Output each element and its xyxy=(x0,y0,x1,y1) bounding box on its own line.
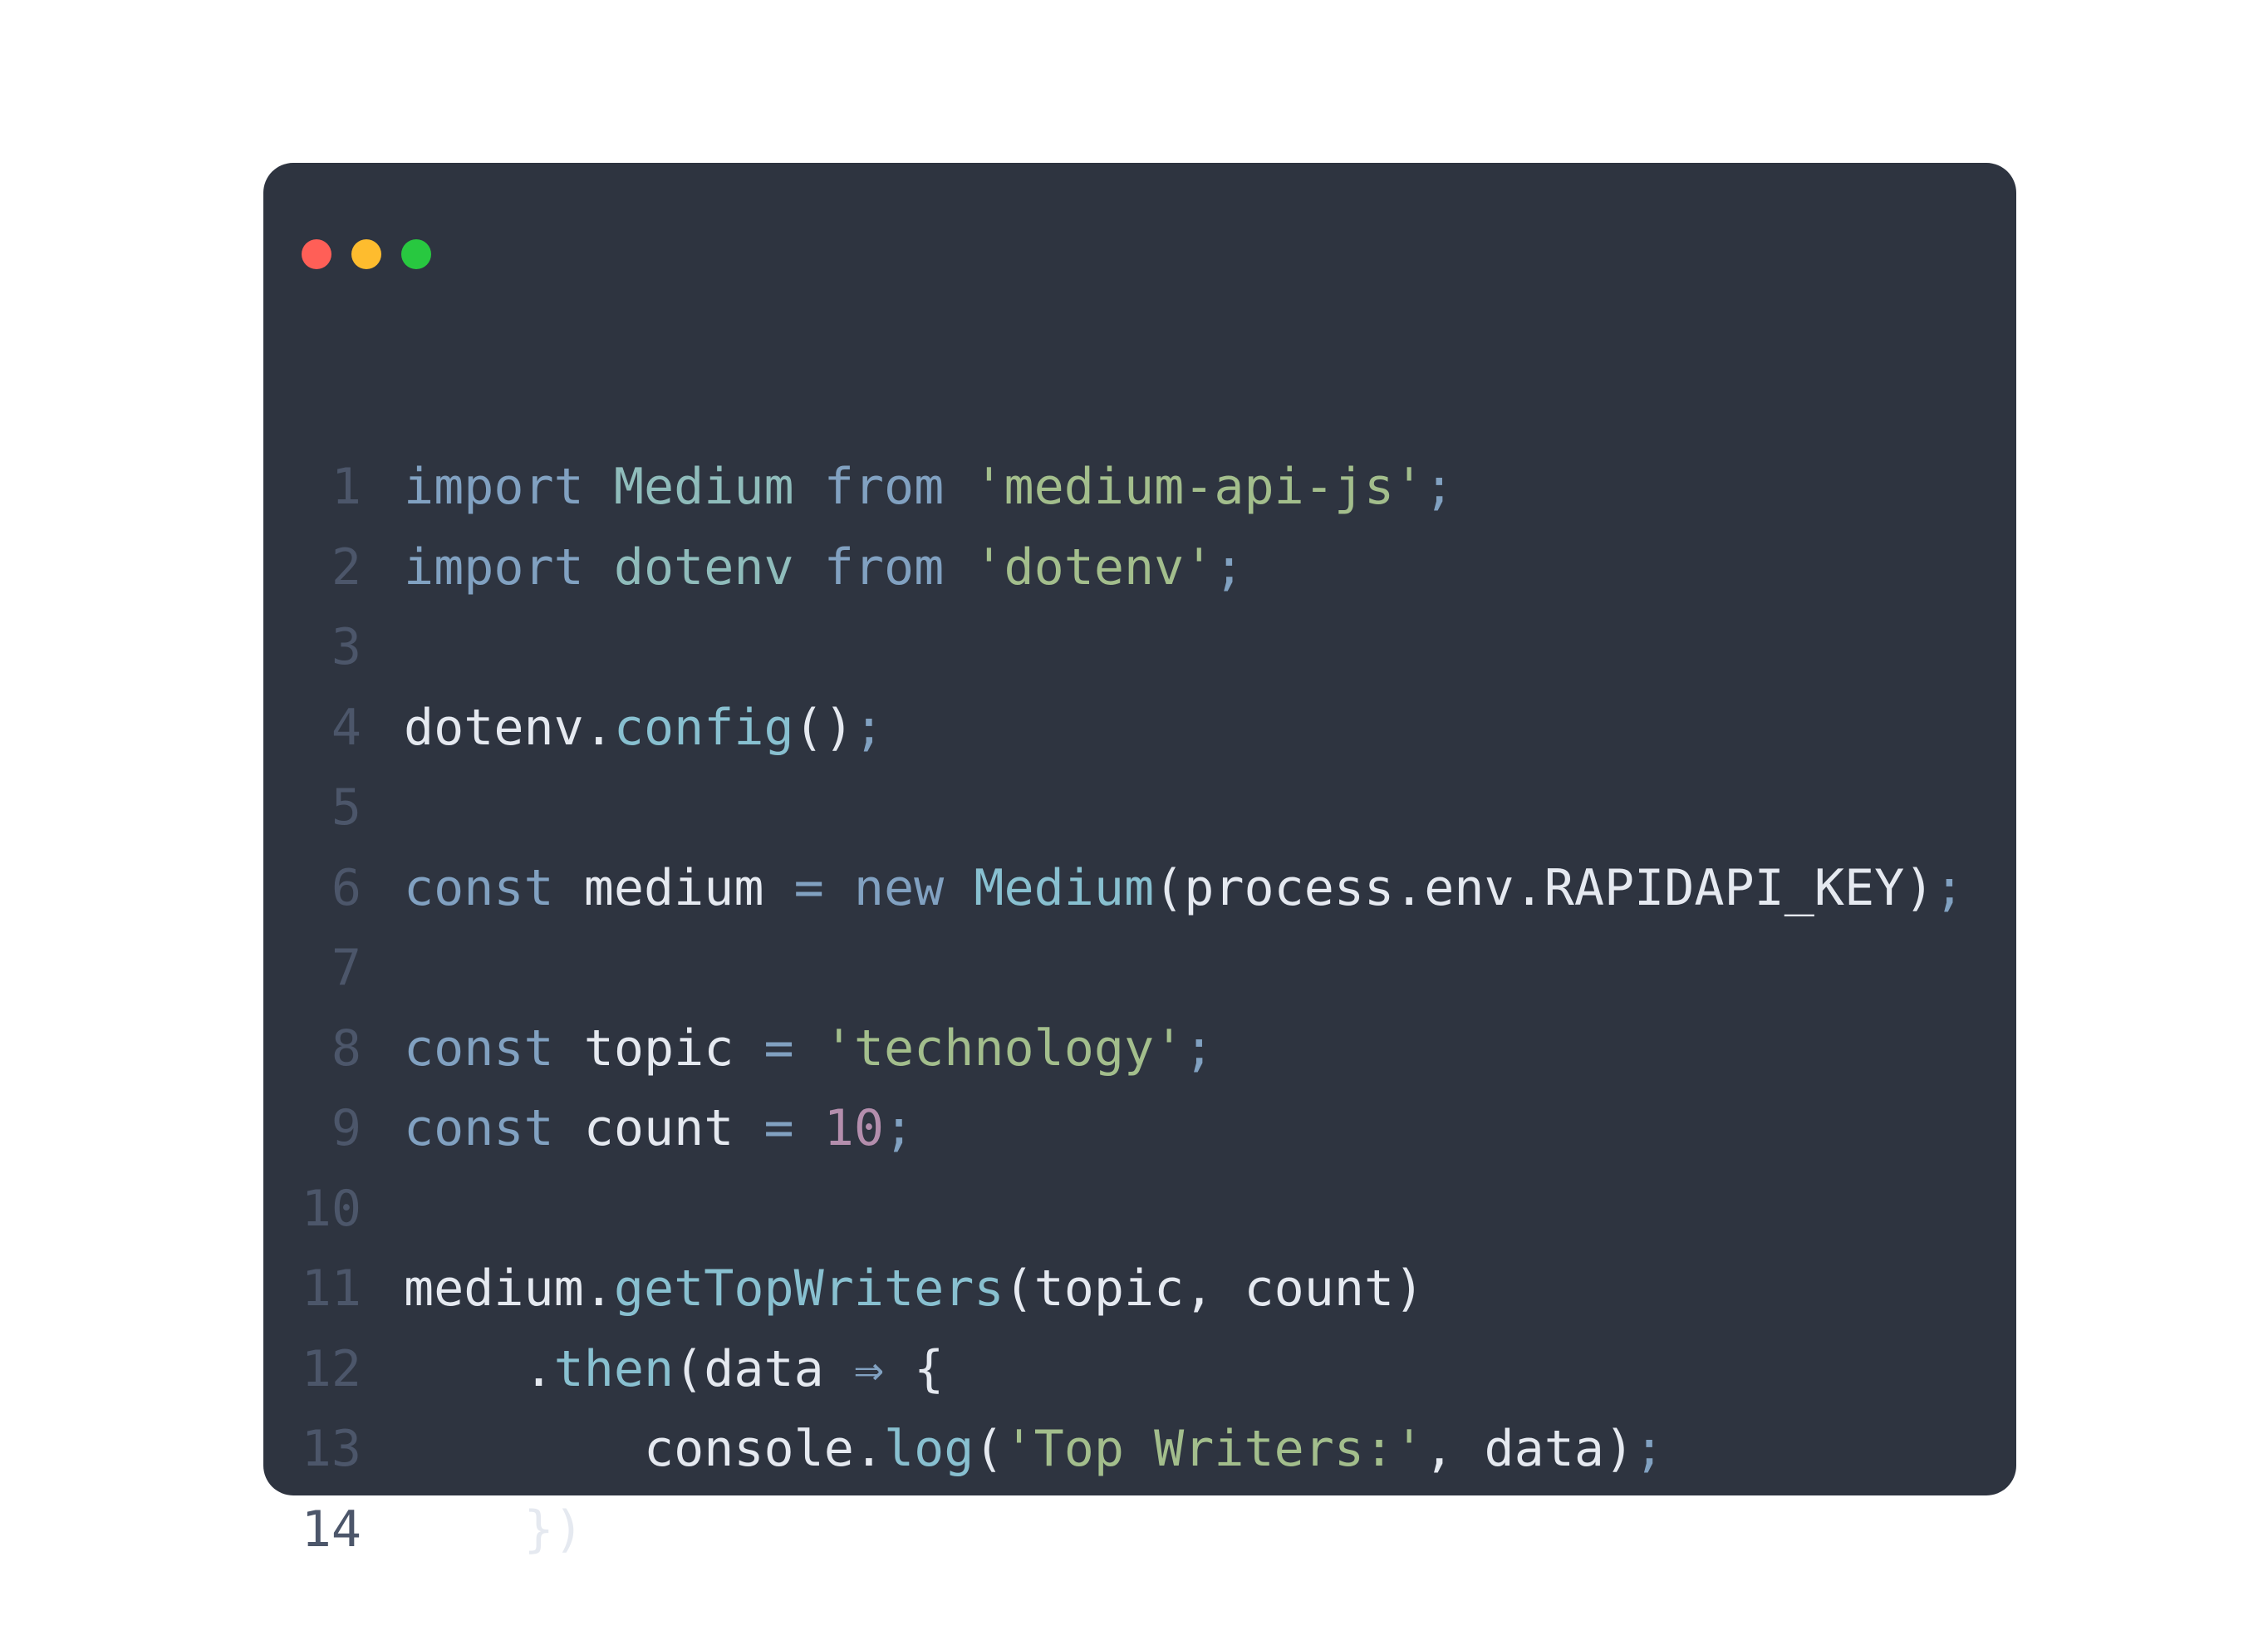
line-source: import dotenv from 'dotenv'; xyxy=(404,528,1244,608)
code-token: count xyxy=(553,1099,764,1157)
code-token: medium xyxy=(553,858,794,917)
minimize-dot-icon[interactable] xyxy=(351,239,381,269)
line-source: const topic = 'technology'; xyxy=(404,1009,1214,1089)
code-token: const xyxy=(404,1099,554,1157)
code-token: . xyxy=(853,1420,884,1478)
code-token: (topic, count) xyxy=(1004,1260,1425,1318)
line-source: medium.getTopWriters(topic, count) xyxy=(404,1249,1424,1329)
code-token: Medium xyxy=(974,858,1155,917)
code-token: log xyxy=(883,1420,974,1478)
code-token: 10 xyxy=(823,1099,884,1157)
code-token: ⇒ xyxy=(853,1339,884,1398)
code-token: (process.env.RAPIDAPI_KEY) xyxy=(1154,858,1935,917)
code-token: console xyxy=(404,1420,854,1478)
code-token: { xyxy=(884,1339,945,1398)
code-token: () xyxy=(793,698,854,757)
window-controls xyxy=(302,239,431,269)
code-token: (data xyxy=(674,1339,854,1398)
line-number: 8 xyxy=(331,1019,361,1078)
code-token: ; xyxy=(1424,458,1455,516)
code-token: ; xyxy=(1214,538,1244,597)
line-number: 11 xyxy=(301,1260,361,1318)
code-token: Medium xyxy=(613,458,794,516)
maximize-dot-icon[interactable] xyxy=(401,239,431,269)
code-token: ; xyxy=(1934,858,1965,917)
code-window: 1 import Medium from 'medium-api-js'; 2 imp… xyxy=(263,163,2016,1559)
code-token: ; xyxy=(853,698,884,757)
code-token: , data) xyxy=(1424,1420,1635,1478)
code-token: = xyxy=(763,1099,794,1157)
code-token: }) xyxy=(404,1500,584,1559)
code-token: 'Top Writers:' xyxy=(1004,1420,1425,1478)
close-dot-icon[interactable] xyxy=(302,239,331,269)
line-source: .then(data ⇒ { xyxy=(404,1329,944,1410)
line-source: }) xyxy=(404,1490,584,1570)
line-number: 9 xyxy=(331,1099,361,1157)
line-number: 12 xyxy=(301,1339,361,1398)
line-number: 10 xyxy=(301,1179,361,1238)
line-number: 5 xyxy=(331,778,361,837)
code-token: . xyxy=(583,698,614,757)
line-number: 2 xyxy=(331,538,361,597)
line-number: 14 xyxy=(301,1500,361,1559)
code-token: ; xyxy=(1184,1019,1215,1078)
code-token: import xyxy=(404,458,584,516)
code-token: then xyxy=(553,1339,675,1398)
code-token: 'dotenv' xyxy=(974,538,1215,597)
code-token: import xyxy=(404,538,584,597)
code-token: ( xyxy=(974,1420,1004,1478)
code-token: from xyxy=(823,538,945,597)
line-source: const count = 10; xyxy=(404,1088,914,1169)
code-token: . xyxy=(404,1339,554,1398)
code-token: dotenv xyxy=(404,698,584,757)
line-number: 13 xyxy=(301,1420,361,1478)
code-token: . xyxy=(583,1260,614,1318)
line-number: 1 xyxy=(331,458,361,516)
code-token: 'technology' xyxy=(823,1019,1185,1078)
code-token: medium xyxy=(404,1260,584,1318)
line-source: console.log('Top Writers:', data); xyxy=(404,1409,1664,1490)
line-number: 4 xyxy=(331,698,361,757)
code-token: const xyxy=(404,858,554,917)
code-token: = xyxy=(793,858,824,917)
line-source: const medium = new Medium(process.env.RA… xyxy=(404,848,1964,929)
line-number: 3 xyxy=(331,618,361,676)
line-source: import Medium from 'medium-api-js'; xyxy=(404,447,1454,528)
line-number: 7 xyxy=(331,939,361,997)
code-token: = xyxy=(763,1019,794,1078)
code-token: from xyxy=(823,458,945,516)
line-source: dotenv.config(); xyxy=(404,688,884,769)
code-token: dotenv xyxy=(613,538,794,597)
code-token: const xyxy=(404,1019,554,1078)
code-token: new xyxy=(853,858,945,917)
code-token: ; xyxy=(1634,1420,1665,1478)
code-token: topic xyxy=(553,1019,764,1078)
code-token: 'medium-api-js' xyxy=(974,458,1425,516)
code-token: config xyxy=(613,698,794,757)
code-token: ; xyxy=(884,1099,915,1157)
line-number: 6 xyxy=(331,858,361,917)
code-token: getTopWriters xyxy=(613,1260,1004,1318)
